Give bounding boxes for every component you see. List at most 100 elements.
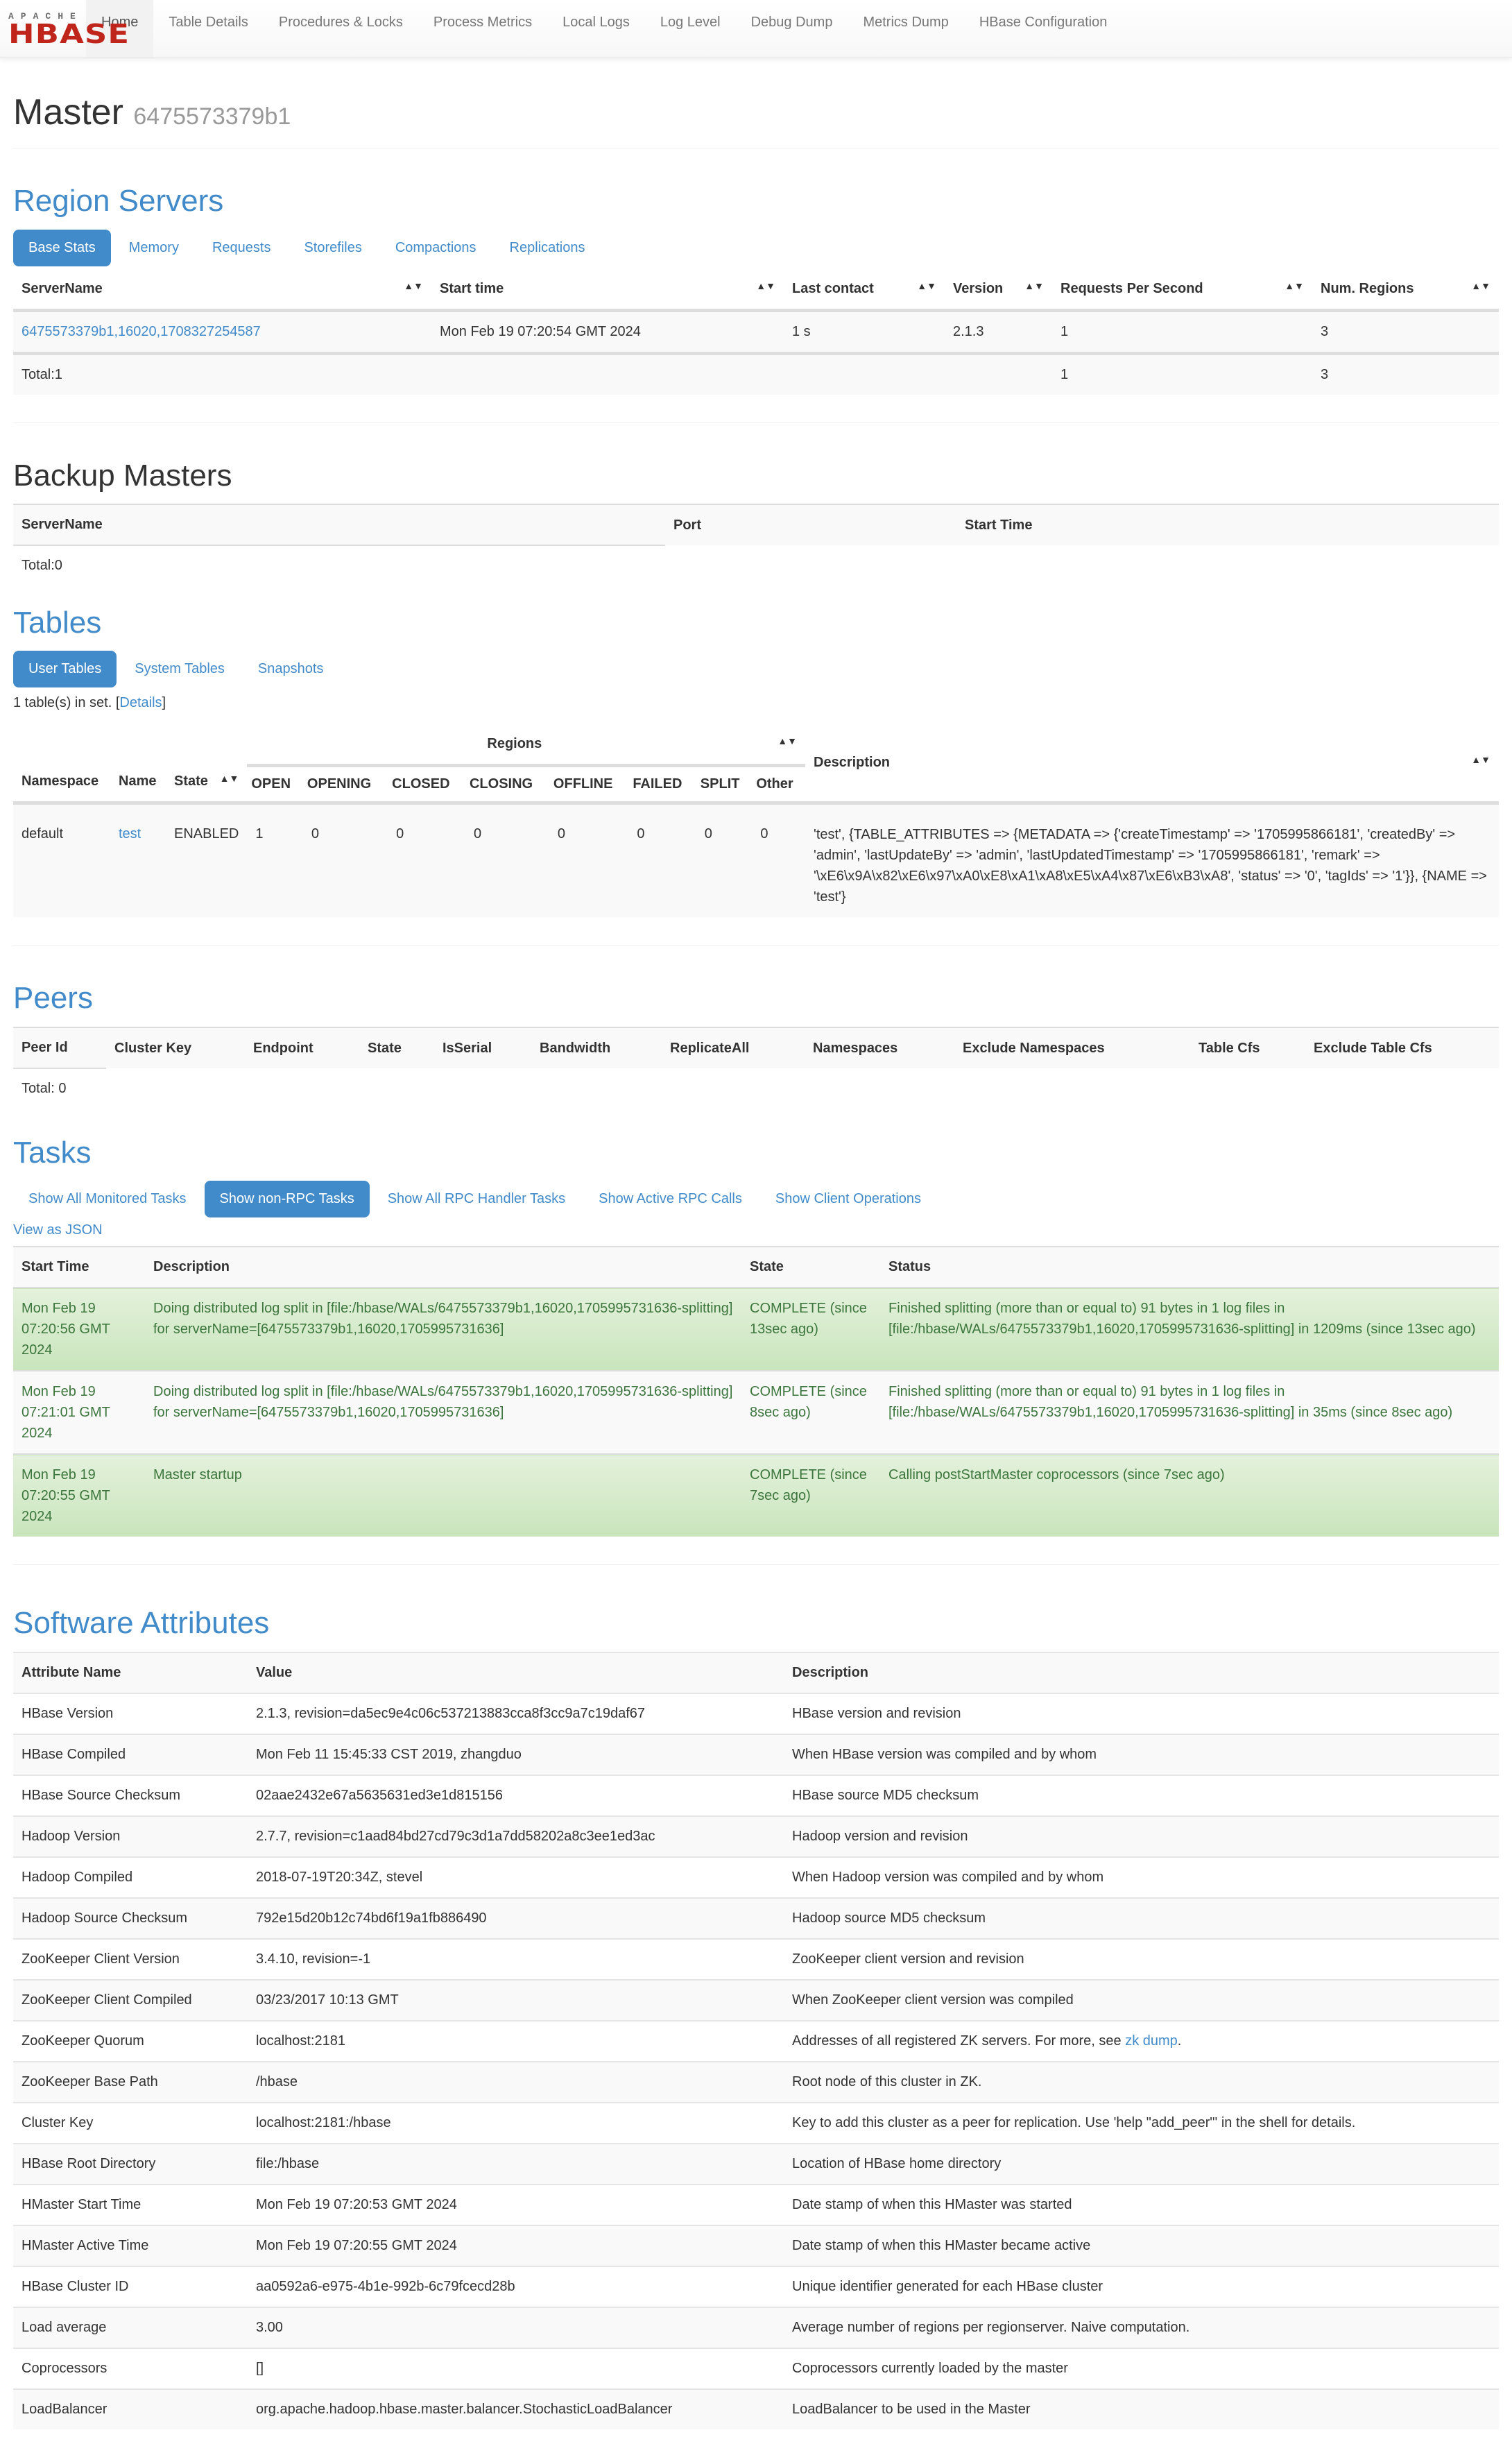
attribute-description: Location of HBase home directory (792, 2155, 1002, 2171)
table-row: 6475573379b1,16020,1708327254587 Mon Feb… (13, 310, 1499, 355)
task-description: Doing distributed log split in [file:/hb… (153, 1301, 733, 1337)
col-port: Port (665, 504, 956, 545)
attribute-name: ZooKeeper Base Path (22, 2074, 158, 2089)
tab-snapshots[interactable]: Snapshots (243, 651, 339, 687)
sort-icon[interactable]: ▲▼ (404, 279, 423, 293)
peers-title: Peers (13, 981, 93, 1016)
col-start-time: Start Time (22, 1259, 89, 1275)
task-state: COMPLETE (since 7sec ago) (750, 1467, 867, 1504)
nav-log-level[interactable]: Log Level (645, 0, 736, 58)
view-as-json-link[interactable]: View as JSON (13, 1222, 103, 1238)
col-name[interactable]: Name (110, 724, 166, 805)
col-closing[interactable]: CLOSING (465, 765, 549, 805)
attribute-value: 2018-07-19T20:34Z, stevel (256, 1869, 423, 1885)
col-opening[interactable]: OPENING (302, 765, 388, 805)
nav-metrics-dump[interactable]: Metrics Dump (848, 0, 963, 58)
nav-debug-dump[interactable]: Debug Dump (736, 0, 848, 58)
task-status: Finished splitting (more than or equal t… (888, 1301, 1476, 1337)
col-last-contact[interactable]: Last contact ▲▼ (784, 268, 945, 312)
tab-rpc-handler-tasks[interactable]: Show All RPC Handler Tasks (372, 1181, 581, 1217)
tab-user-tables[interactable]: User Tables (13, 651, 117, 688)
col-failed[interactable]: FAILED (628, 765, 696, 805)
col-closed[interactable]: CLOSED (388, 765, 465, 805)
attribute-row: HBase Root Directory file:/hbase Locatio… (13, 2143, 1499, 2185)
col-open[interactable]: OPEN (247, 765, 303, 805)
attribute-name: HBase Cluster ID (22, 2278, 129, 2294)
server-link[interactable]: 6475573379b1,16020,1708327254587 (22, 324, 261, 339)
sort-icon[interactable]: ▲▼ (1471, 753, 1490, 767)
col-requests-per-second[interactable]: Requests Per Second ▲▼ (1052, 268, 1312, 312)
region-servers-section: Region Servers Base Stats Memory Request… (13, 184, 1499, 423)
nav-procedures-locks[interactable]: Procedures & Locks (264, 0, 418, 58)
sort-icon[interactable]: ▲▼ (756, 279, 775, 293)
server-last-contact: 1 s (784, 310, 945, 355)
tab-all-monitored-tasks[interactable]: Show All Monitored Tasks (13, 1181, 202, 1217)
tab-requests[interactable]: Requests (197, 230, 286, 266)
tab-memory[interactable]: Memory (114, 230, 194, 266)
col-version[interactable]: Version ▲▼ (945, 268, 1052, 312)
col-regions-group[interactable]: Regions ▲▼ (247, 724, 805, 768)
peers-section: Peers Peer Id Cluster Key Endpoint State… (13, 981, 1499, 1115)
tables-summary: 1 table(s) in set. [Details] (13, 695, 166, 711)
attribute-description: ZooKeeper client version and revision (792, 1951, 1024, 1967)
details-link[interactable]: Details (119, 695, 162, 710)
task-status: Calling postStartMaster coprocessors (si… (888, 1467, 1225, 1483)
zk-dump-link[interactable]: zk dump (1125, 2033, 1178, 2049)
col-state[interactable]: State ▲▼ (166, 724, 248, 805)
attribute-value: 792e15d20b12c74bd6f19a1fb886490 (256, 1910, 487, 1926)
tasks-tabs: Show All Monitored Tasks Show non-RPC Ta… (13, 1181, 1499, 1218)
attribute-row: HBase Cluster ID aa0592a6-e975-4b1e-992b… (13, 2266, 1499, 2307)
sort-icon[interactable]: ▲▼ (1471, 279, 1490, 293)
tasks-section: Tasks Show All Monitored Tasks Show non-… (13, 1136, 1499, 1566)
attribute-name: Hadoop Version (22, 1828, 121, 1844)
col-num-regions[interactable]: Num. Regions ▲▼ (1312, 268, 1499, 312)
col-other[interactable]: Other (752, 765, 805, 805)
attribute-row: HMaster Start Time Mon Feb 19 07:20:53 G… (13, 2184, 1499, 2225)
attribute-value: 03/23/2017 10:13 GMT (256, 1992, 399, 2008)
col-split[interactable]: SPLIT (696, 765, 753, 805)
table-namespace: default (22, 826, 64, 842)
tab-replications[interactable]: Replications (495, 230, 601, 266)
attribute-description: HBase version and revision (792, 1705, 961, 1721)
hbase-logo[interactable]: APACHE HBASE (6, 0, 129, 58)
table-name-link[interactable]: test (119, 826, 141, 841)
attribute-name: HBase Version (22, 1705, 114, 1721)
col-description[interactable]: Description ▲▼ (805, 724, 1499, 805)
col-namespace[interactable]: Namespace (13, 724, 110, 805)
nav-process-metrics[interactable]: Process Metrics (418, 0, 547, 58)
software-attributes-table: Attribute Name Value Description HBase V… (13, 1652, 1499, 2429)
attribute-row: Hadoop Version 2.7.7, revision=c1aad84bd… (13, 1815, 1499, 1857)
count-other: 0 (760, 826, 768, 842)
tab-active-rpc-calls[interactable]: Show Active RPC Calls (583, 1181, 757, 1217)
nav-hbase-configuration[interactable]: HBase Configuration (964, 0, 1123, 58)
tab-compactions[interactable]: Compactions (380, 230, 492, 266)
sort-icon[interactable]: ▲▼ (778, 734, 797, 748)
col-offline[interactable]: OFFLINE (549, 765, 629, 805)
page-header: Master 6475573379b1 (13, 92, 1499, 149)
sort-icon[interactable]: ▲▼ (220, 771, 239, 785)
sort-icon[interactable]: ▲▼ (917, 279, 936, 293)
attribute-name: Coprocessors (22, 2360, 108, 2376)
tab-client-operations[interactable]: Show Client Operations (760, 1181, 936, 1217)
nav-table-details[interactable]: Table Details (153, 0, 264, 58)
tab-system-tables[interactable]: System Tables (119, 651, 240, 687)
tab-non-rpc-tasks[interactable]: Show non-RPC Tasks (204, 1181, 370, 1218)
tab-storefiles[interactable]: Storefiles (289, 230, 377, 266)
attribute-name: Load average (22, 2319, 107, 2335)
attribute-row: LoadBalancer org.apache.hadoop.hbase.mas… (13, 2388, 1499, 2429)
attribute-value: Mon Feb 11 15:45:33 CST 2019, zhangduo (256, 1746, 522, 1762)
col-state: State (750, 1259, 784, 1275)
col-start-time[interactable]: Start time ▲▼ (431, 268, 784, 312)
attribute-value: 3.4.10, revision=-1 (256, 1951, 371, 1967)
sort-icon[interactable]: ▲▼ (1285, 279, 1304, 293)
nav-local-logs[interactable]: Local Logs (547, 0, 645, 58)
col-cluster-key: Cluster Key (106, 1027, 245, 1068)
task-description: Master startup (153, 1467, 242, 1483)
count-closing: 0 (473, 826, 482, 842)
attribute-name: HBase Root Directory (22, 2155, 156, 2171)
region-servers-title: Region Servers (13, 184, 224, 219)
sort-icon[interactable]: ▲▼ (1024, 279, 1044, 293)
tab-base-stats[interactable]: Base Stats (13, 229, 111, 266)
col-servername[interactable]: ServerName ▲▼ (13, 268, 431, 312)
total-regions: 3 (1321, 366, 1329, 382)
